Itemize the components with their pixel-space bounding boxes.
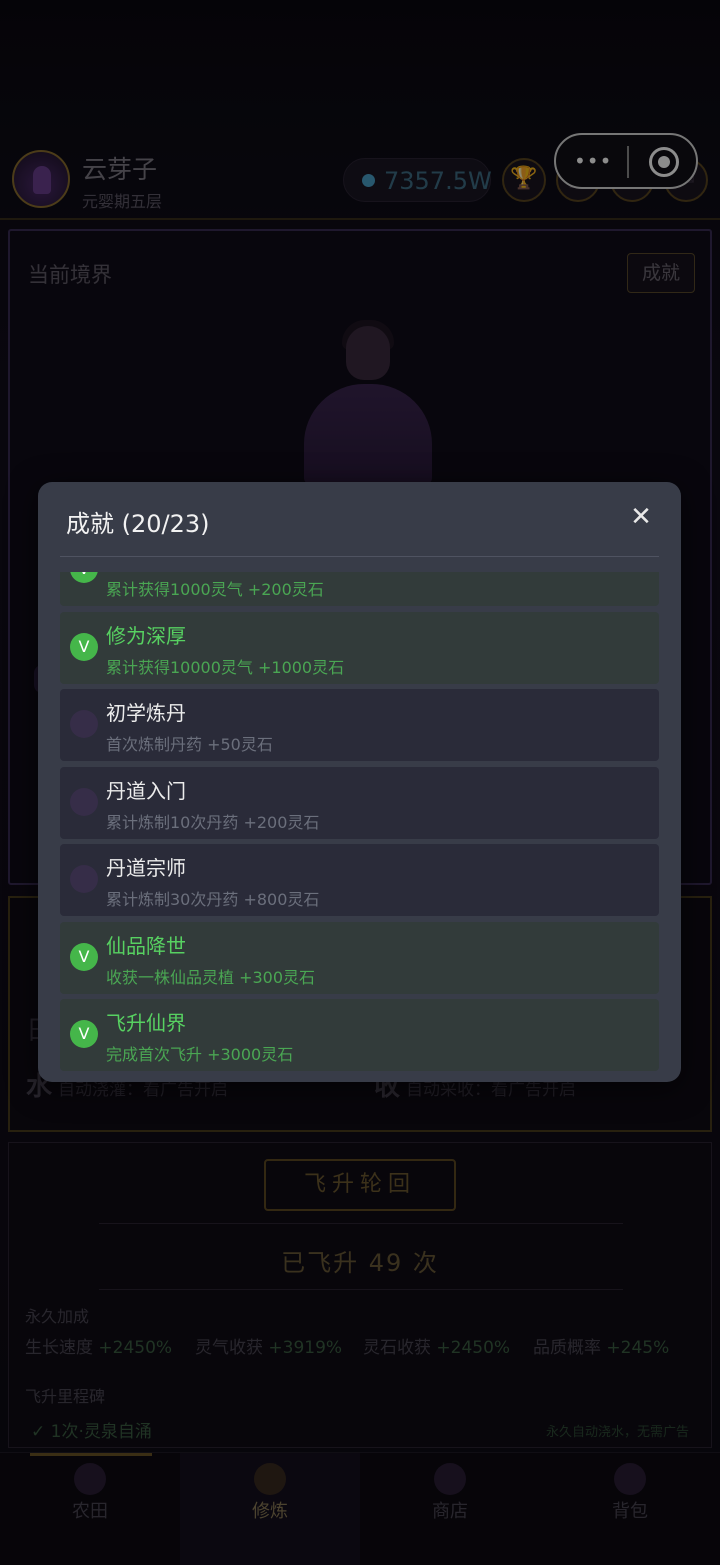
check-icon: V <box>70 943 98 971</box>
achievement-desc: 收获一株仙品灵植 +300灵石 <box>106 968 316 987</box>
achievement-desc: 累计炼制30次丹药 +800灵石 <box>106 890 320 909</box>
achievement-desc: 累计获得1000灵气 +200灵石 <box>106 580 324 599</box>
achievement-item: 丹道入门 累计炼制10次丹药 +200灵石 <box>60 767 659 839</box>
achievement-name: 丹道入门 <box>106 779 186 803</box>
achievement-item: V 仙品降世 收获一株仙品灵植 +300灵石 <box>60 922 659 994</box>
achievement-desc: 累计炼制10次丹药 +200灵石 <box>106 813 320 832</box>
achievement-name: 初学炼丹 <box>106 701 186 725</box>
check-icon: V <box>70 1020 98 1048</box>
locked-icon <box>70 788 98 816</box>
achievements-modal: 成就 (20/23) ✕ V 累计获得1000灵气 +200灵石 V 修为深厚 … <box>38 482 681 1082</box>
achievement-name: 修为深厚 <box>106 624 186 648</box>
achievement-item: V 飞升仙界 完成首次飞升 +3000灵石 <box>60 999 659 1071</box>
check-icon: V <box>70 633 98 661</box>
achievement-list[interactable]: V 累计获得1000灵气 +200灵石 V 修为深厚 累计获得10000灵气 +… <box>60 572 659 1082</box>
achievement-name: 飞升仙界 <box>106 1011 186 1035</box>
achievement-name: 仙品降世 <box>106 934 186 958</box>
achievement-item: 初学炼丹 首次炼制丹药 +50灵石 <box>60 689 659 761</box>
close-icon[interactable]: ✕ <box>626 502 656 532</box>
locked-icon <box>70 710 98 738</box>
achievement-desc: 累计获得10000灵气 +1000灵石 <box>106 658 345 677</box>
achievement-item: V 累计获得1000灵气 +200灵石 <box>60 572 659 606</box>
achievement-desc: 首次炼制丹药 +50灵石 <box>106 735 273 754</box>
achievement-desc: 完成首次飞升 +3000灵石 <box>106 1045 294 1064</box>
achievement-item: V 修为深厚 累计获得10000灵气 +1000灵石 <box>60 612 659 684</box>
achievement-item: 丹道宗师 累计炼制30次丹药 +800灵石 <box>60 844 659 916</box>
modal-divider <box>60 556 659 557</box>
modal-title: 成就 (20/23) <box>66 510 210 538</box>
check-icon: V <box>70 572 98 583</box>
achievement-name: 丹道宗师 <box>106 856 186 880</box>
locked-icon <box>70 865 98 893</box>
